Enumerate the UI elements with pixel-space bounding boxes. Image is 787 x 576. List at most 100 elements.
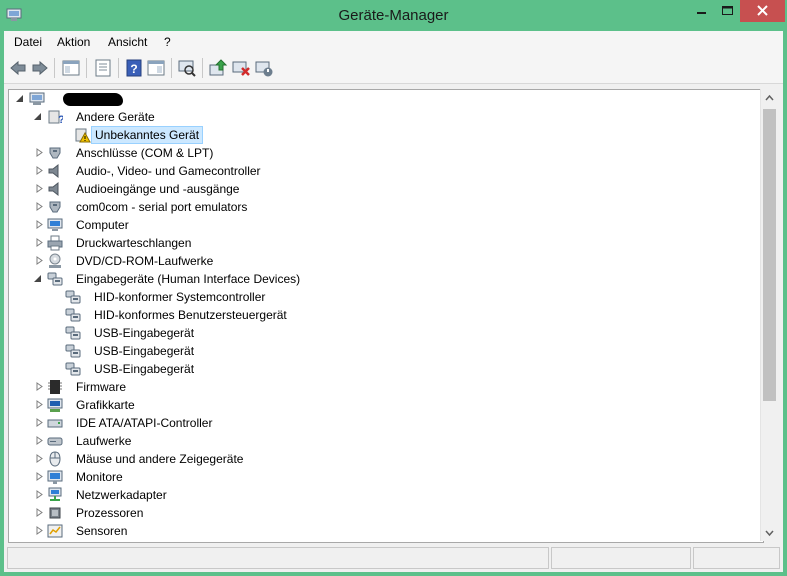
maximize-button[interactable] — [714, 0, 740, 22]
tree-item[interactable]: Sensoren — [9, 522, 749, 540]
vertical-scrollbar[interactable] — [760, 89, 778, 541]
expand-arrow-icon[interactable] — [35, 256, 44, 265]
tree-item-label: IDE ATA/ATAPI-Controller — [76, 416, 213, 430]
uninstall-device-icon[interactable] — [230, 57, 252, 79]
tree-item[interactable]: DVD/CD-ROM-Laufwerke — [9, 252, 749, 270]
update-driver-icon[interactable] — [207, 57, 229, 79]
computer-icon — [47, 218, 63, 231]
scrollbar-thumb[interactable] — [763, 109, 776, 401]
scan-hardware-icon[interactable] — [176, 57, 198, 79]
tree-item[interactable]: USB-Eingabegerät — [9, 342, 749, 360]
collapse-arrow-icon[interactable] — [33, 274, 42, 283]
tree-item[interactable]: Audio-, Video- und Gamecontroller — [9, 162, 749, 180]
tree-item-label: Grafikkarte — [76, 398, 135, 412]
menu-help[interactable]: ? — [164, 35, 171, 49]
tree-item[interactable]: Audioeingänge und -ausgänge — [9, 180, 749, 198]
expand-arrow-icon[interactable] — [35, 220, 44, 229]
toolbar: ? — [4, 53, 783, 84]
unknown-device-icon: ? — [48, 110, 63, 125]
tree-item-label: USB-Eingabegerät — [94, 326, 195, 340]
hid-icon — [65, 308, 81, 322]
tree-item[interactable]: Netzwerkadapter — [9, 486, 749, 504]
expand-arrow-icon[interactable] — [35, 526, 44, 535]
expand-arrow-icon[interactable] — [35, 166, 44, 175]
dvd-drive-icon — [49, 253, 61, 268]
tree-item-label: USB-Eingabegerät — [94, 344, 195, 358]
title-bar[interactable]: Geräte-Manager — [0, 0, 787, 31]
expand-arrow-icon[interactable] — [35, 400, 44, 409]
tree-item[interactable]: com0com - serial port emulators — [9, 198, 749, 216]
tree-item[interactable]: Mäuse und andere Zeigegeräte — [9, 450, 749, 468]
expand-arrow-icon[interactable] — [35, 472, 44, 481]
tree-item-label: Prozessoren — [76, 506, 144, 520]
expand-arrow-icon[interactable] — [35, 202, 44, 211]
speaker-icon — [48, 163, 59, 179]
tree-item[interactable]: Computer — [9, 216, 749, 234]
tree-item[interactable]: Anschlüsse (COM & LPT) — [9, 144, 749, 162]
tree-item[interactable]: USB-Eingabegerät — [9, 324, 749, 342]
scroll-up-arrow-icon[interactable] — [765, 93, 774, 102]
status-bar-panel — [551, 547, 691, 569]
collapse-arrow-icon[interactable] — [33, 112, 42, 121]
hid-icon — [65, 326, 81, 340]
tree-item-unbekanntes-geraet[interactable]: Unbekanntes Gerät — [9, 126, 749, 144]
tree-item-label: Eingabegeräte (Human Interface Devices) — [76, 272, 301, 286]
tree-root[interactable] — [9, 90, 749, 108]
expand-arrow-icon[interactable] — [35, 148, 44, 157]
toolbar-separator — [171, 58, 172, 78]
expand-arrow-icon[interactable] — [35, 184, 44, 193]
tree-item-andere-geraete[interactable]: ? Andere Geräte — [9, 108, 749, 126]
expand-arrow-icon[interactable] — [35, 436, 44, 445]
tree-item-label: Andere Geräte — [76, 110, 155, 124]
tree-item-label: Unbekanntes Gerät — [91, 126, 204, 144]
port-icon — [49, 147, 61, 159]
minimize-button[interactable] — [688, 0, 714, 22]
collapse-arrow-icon[interactable] — [15, 94, 24, 103]
tree-item-label: Netzwerkadapter — [76, 488, 167, 502]
hid-icon — [65, 344, 81, 358]
tree-item-label: HID-konformer Systemcontroller — [94, 290, 266, 304]
tree-item[interactable]: HID-konformes Benutzersteuergerät — [9, 306, 749, 324]
tree-item-label: Druckwarteschlangen — [76, 236, 192, 250]
tree-item[interactable]: Firmware — [9, 378, 749, 396]
tree-item[interactable]: IDE ATA/ATAPI-Controller — [9, 414, 749, 432]
tree-item[interactable]: HID-konformer Systemcontroller — [9, 288, 749, 306]
tree-item-label: USB-Eingabegerät — [94, 362, 195, 376]
expand-arrow-icon[interactable] — [35, 238, 44, 247]
tree-item[interactable]: Prozessoren — [9, 504, 749, 522]
disable-device-icon[interactable] — [253, 57, 275, 79]
expand-arrow-icon[interactable] — [35, 382, 44, 391]
menu-aktion[interactable]: Aktion — [57, 35, 90, 49]
expand-arrow-icon[interactable] — [35, 418, 44, 427]
tree-item[interactable]: Laufwerke — [9, 432, 749, 450]
expand-arrow-icon[interactable] — [35, 454, 44, 463]
hid-icon — [47, 272, 63, 286]
close-button[interactable] — [740, 0, 785, 22]
firmware-icon — [48, 380, 62, 394]
tree-item[interactable]: Druckwarteschlangen — [9, 234, 749, 252]
tree-item[interactable]: Monitore — [9, 468, 749, 486]
hid-icon — [65, 290, 81, 304]
show-hide-console-tree-icon[interactable] — [60, 57, 82, 79]
tree-item-label: Sensoren — [76, 524, 128, 538]
toolbar-separator — [54, 58, 55, 78]
properties-icon[interactable] — [92, 57, 114, 79]
forward-icon[interactable] — [29, 57, 51, 79]
status-bar-panel — [693, 547, 780, 569]
tree-item[interactable]: Grafikkarte — [9, 396, 749, 414]
tree-item-label: com0com - serial port emulators — [76, 200, 248, 214]
menu-datei[interactable]: Datei — [14, 35, 42, 49]
tree-item-label: Laufwerke — [76, 434, 132, 448]
help-icon[interactable]: ? — [123, 57, 145, 79]
expand-arrow-icon[interactable] — [35, 508, 44, 517]
menu-ansicht[interactable]: Ansicht — [108, 35, 147, 49]
action-pane-icon[interactable] — [145, 57, 167, 79]
tree-item[interactable]: USB-Eingabegerät — [9, 360, 749, 378]
menu-bar: Datei Aktion Ansicht ? — [4, 31, 783, 54]
expand-arrow-icon[interactable] — [35, 490, 44, 499]
device-tree[interactable]: ? Andere Geräte Unbekanntes Gerät Anschl… — [8, 89, 764, 543]
window-title: Geräte-Manager — [338, 7, 449, 24]
scroll-down-arrow-icon[interactable] — [765, 529, 774, 538]
back-icon[interactable] — [7, 57, 29, 79]
tree-item[interactable]: Eingabegeräte (Human Interface Devices) — [9, 270, 749, 288]
